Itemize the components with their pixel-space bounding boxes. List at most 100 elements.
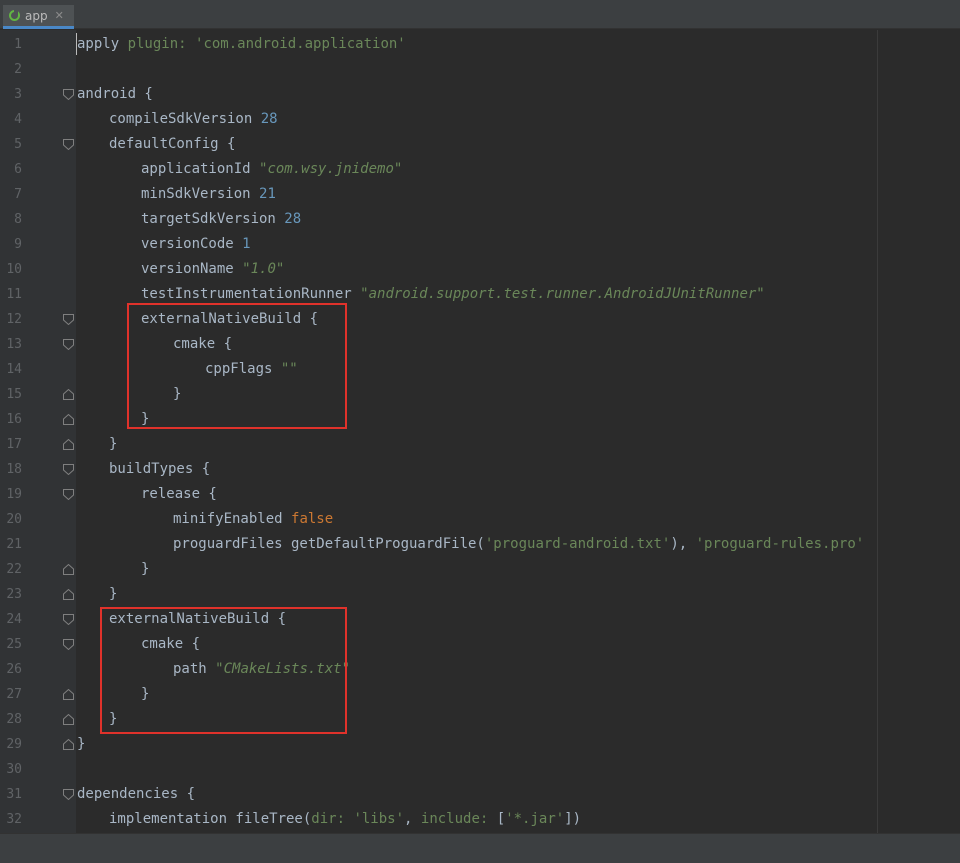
fold-close-icon[interactable] bbox=[63, 739, 74, 750]
fold-open-icon[interactable] bbox=[63, 639, 74, 650]
line-number: 15 bbox=[6, 387, 22, 402]
fold-close-icon[interactable] bbox=[63, 389, 74, 400]
gradle-module-icon bbox=[9, 9, 20, 21]
code-line[interactable]: 1 apply plugin: 'com.android.application' bbox=[0, 32, 960, 57]
code-token: targetSdkVersion bbox=[141, 211, 285, 227]
code-line[interactable]: 9 versionCode 1 bbox=[0, 232, 960, 257]
code-text: buildTypes { bbox=[109, 457, 210, 482]
code-text: minifyEnabled false bbox=[173, 507, 333, 532]
code-token: release { bbox=[141, 486, 217, 502]
line-number: 22 bbox=[6, 562, 22, 577]
code-line[interactable]: 7 minSdkVersion 21 bbox=[0, 182, 960, 207]
code-line[interactable]: 5 defaultConfig { bbox=[0, 132, 960, 157]
code-text: } bbox=[77, 732, 85, 757]
line-number: 20 bbox=[6, 512, 22, 527]
code-token: "1.0" bbox=[242, 261, 285, 277]
line-number: 4 bbox=[14, 112, 22, 127]
code-line[interactable]: 2 bbox=[0, 57, 960, 82]
fold-open-icon[interactable] bbox=[63, 89, 74, 100]
line-number: 26 bbox=[6, 662, 22, 677]
code-line[interactable]: 30 bbox=[0, 757, 960, 782]
code-line[interactable]: 31 dependencies { bbox=[0, 782, 960, 807]
code-token: 28 bbox=[284, 211, 302, 227]
fold-close-icon[interactable] bbox=[63, 589, 74, 600]
editor-tab-bar: app ✕ bbox=[0, 0, 960, 29]
line-number: 3 bbox=[14, 87, 22, 102]
code-token: 'com.android.application' bbox=[195, 36, 406, 52]
code-text: targetSdkVersion 28 bbox=[141, 207, 301, 232]
code-token: ]) bbox=[564, 811, 582, 827]
code-line[interactable]: 23} bbox=[0, 582, 960, 607]
code-text: applicationId "com.wsy.jnidemo" bbox=[141, 157, 402, 182]
code-line[interactable]: 19 release { bbox=[0, 482, 960, 507]
line-number: 7 bbox=[14, 187, 22, 202]
line-number: 10 bbox=[6, 262, 22, 277]
line-number: 11 bbox=[6, 287, 22, 302]
line-number: 5 bbox=[14, 137, 22, 152]
code-token: } bbox=[77, 736, 86, 752]
code-token: [ bbox=[496, 811, 506, 827]
code-line[interactable]: 4 compileSdkVersion 28 bbox=[0, 107, 960, 132]
fold-close-icon[interactable] bbox=[63, 439, 74, 450]
code-line[interactable]: 17} bbox=[0, 432, 960, 457]
code-token: applicationId bbox=[141, 161, 260, 177]
line-number: 29 bbox=[6, 737, 22, 752]
fold-open-icon[interactable] bbox=[63, 489, 74, 500]
code-text: release { bbox=[141, 482, 217, 507]
code-token: 28 bbox=[260, 111, 278, 127]
code-line[interactable]: 20 minifyEnabled false bbox=[0, 507, 960, 532]
code-line[interactable]: 3 android { bbox=[0, 82, 960, 107]
line-number: 17 bbox=[6, 437, 22, 452]
code-text: proguardFiles getDefaultProguardFile('pr… bbox=[173, 532, 864, 557]
code-line[interactable]: 32 implementation fileTree(dir: 'libs', i… bbox=[0, 807, 960, 832]
highlight-box-default-config-native-build bbox=[127, 303, 347, 429]
line-number: 16 bbox=[6, 412, 22, 427]
code-token: implementation fileTree( bbox=[109, 811, 312, 827]
code-token: 21 bbox=[259, 186, 276, 202]
line-number: 25 bbox=[6, 637, 22, 652]
line-number: 32 bbox=[6, 812, 22, 827]
line-number: 12 bbox=[6, 312, 22, 327]
status-bar bbox=[0, 833, 960, 863]
code-line[interactable]: 22} bbox=[0, 557, 960, 582]
line-number: 14 bbox=[6, 362, 22, 377]
code-token: , bbox=[404, 811, 421, 827]
fold-open-icon[interactable] bbox=[63, 139, 74, 150]
code-token: false bbox=[291, 511, 334, 527]
tab-app[interactable]: app ✕ bbox=[3, 5, 74, 29]
code-token: proguardFiles getDefaultProguardFile( bbox=[173, 536, 485, 552]
line-number: 31 bbox=[6, 787, 22, 802]
fold-close-icon[interactable] bbox=[63, 714, 74, 725]
code-token: 'proguard-android.txt' bbox=[484, 536, 671, 552]
code-token: versionCode bbox=[141, 236, 243, 252]
code-line[interactable]: 8 targetSdkVersion 28 bbox=[0, 207, 960, 232]
close-icon[interactable]: ✕ bbox=[55, 9, 64, 22]
code-line[interactable]: 29} bbox=[0, 732, 960, 757]
line-number: 2 bbox=[14, 62, 22, 77]
tab-label: app bbox=[25, 8, 48, 23]
fold-open-icon[interactable] bbox=[63, 614, 74, 625]
line-number: 27 bbox=[6, 687, 22, 702]
fold-close-icon[interactable] bbox=[63, 414, 74, 425]
code-token: '*.jar' bbox=[505, 811, 565, 827]
fold-open-icon[interactable] bbox=[63, 339, 74, 350]
fold-open-icon[interactable] bbox=[63, 789, 74, 800]
line-number: 30 bbox=[6, 762, 22, 777]
code-line[interactable]: 21 proguardFiles getDefaultProguardFile('… bbox=[0, 532, 960, 557]
line-number: 23 bbox=[6, 587, 22, 602]
line-number: 6 bbox=[14, 162, 22, 177]
line-number: 28 bbox=[6, 712, 22, 727]
fold-close-icon[interactable] bbox=[63, 564, 74, 575]
code-line[interactable]: 18 buildTypes { bbox=[0, 457, 960, 482]
code-text: minSdkVersion 21 bbox=[141, 182, 276, 207]
fold-close-icon[interactable] bbox=[63, 689, 74, 700]
code-line[interactable]: 6 applicationId "com.wsy.jnidemo" bbox=[0, 157, 960, 182]
code-text: } bbox=[109, 582, 117, 607]
code-token: } bbox=[109, 436, 118, 452]
line-number: 1 bbox=[14, 37, 22, 52]
fold-open-icon[interactable] bbox=[63, 314, 74, 325]
code-token: defaultConfig { bbox=[109, 136, 236, 152]
code-text: implementation fileTree(dir: 'libs', inc… bbox=[109, 807, 581, 832]
code-line[interactable]: 10 versionName "1.0" bbox=[0, 257, 960, 282]
fold-open-icon[interactable] bbox=[63, 464, 74, 475]
